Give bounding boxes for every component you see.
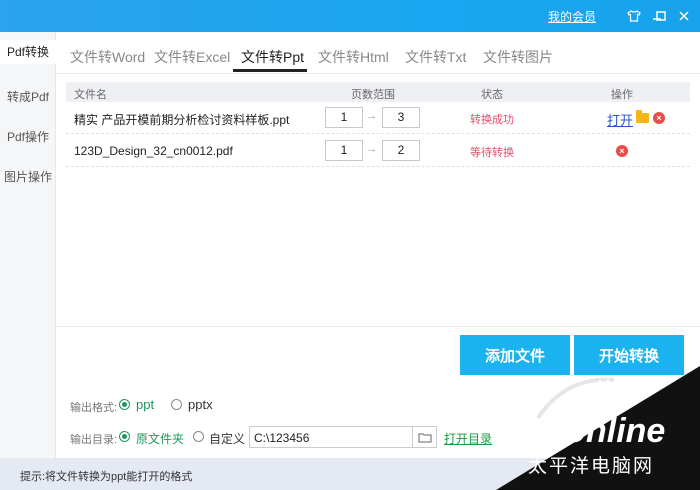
shirt-icon[interactable] bbox=[624, 6, 644, 26]
format-ppt-label[interactable]: ppt bbox=[136, 397, 154, 412]
header-actions: 操作 bbox=[611, 89, 633, 101]
page-to-input[interactable]: 3 bbox=[382, 107, 420, 128]
page-from-input[interactable]: 1 bbox=[325, 140, 363, 161]
sidebar: Pdf转换 转成Pdf Pdf操作 图片操作 bbox=[0, 32, 56, 458]
file-name: 精实 产品开模前期分析检讨资料样板.ppt bbox=[74, 113, 290, 127]
close-icon[interactable] bbox=[674, 6, 694, 26]
arrow-right-icon: → bbox=[366, 143, 377, 155]
open-directory-link[interactable]: 打开目录 bbox=[444, 430, 492, 447]
delete-icon[interactable]: × bbox=[653, 112, 665, 124]
sidebar-item-pdf-operations[interactable]: Pdf操作 bbox=[0, 128, 56, 145]
header-status: 状态 bbox=[481, 89, 503, 101]
pconline-watermark: PConline 太平洋电脑网 bbox=[496, 366, 700, 490]
file-table-header: 文件名 页数范围 状态 操作 bbox=[66, 82, 690, 102]
format-pptx-label[interactable]: pptx bbox=[188, 397, 213, 412]
tab-file-to-html[interactable]: 文件转Html bbox=[318, 47, 389, 67]
active-tab-indicator bbox=[233, 69, 307, 72]
sidebar-item-to-pdf[interactable]: 转成Pdf bbox=[0, 88, 56, 105]
my-membership-link[interactable]: 我的会员 bbox=[548, 8, 596, 25]
tab-file-to-word[interactable]: 文件转Word bbox=[70, 47, 145, 67]
folder-icon[interactable] bbox=[636, 110, 649, 123]
page-to-input[interactable]: 2 bbox=[382, 140, 420, 161]
watermark-tagline: 太平洋电脑网 bbox=[528, 455, 654, 477]
output-format-label: 输出格式: bbox=[70, 402, 118, 414]
tab-file-to-txt[interactable]: 文件转Txt bbox=[405, 47, 466, 67]
file-name: 123D_Design_32_cn0012.pdf bbox=[74, 144, 233, 158]
conversion-tabs: 文件转Word 文件转Excel 文件转Ppt 文件转Html 文件转Txt 文… bbox=[56, 32, 700, 74]
dir-original-label[interactable]: 原文件夹 bbox=[136, 430, 184, 447]
output-path-input[interactable]: C:\123456 bbox=[249, 426, 413, 448]
watermark-brand: PConline bbox=[518, 412, 665, 450]
status-hint: 提示:将文件转换为ppt能打开的格式 bbox=[20, 471, 193, 483]
status-badge: 转换成功 bbox=[470, 114, 514, 126]
tab-file-to-excel[interactable]: 文件转Excel bbox=[154, 47, 230, 67]
title-bar: 我的会员 bbox=[0, 0, 700, 32]
format-pptx-radio[interactable] bbox=[171, 399, 182, 410]
format-ppt-radio[interactable] bbox=[119, 399, 130, 410]
dir-custom-radio[interactable] bbox=[193, 431, 204, 442]
output-dir-label: 输出目录: bbox=[70, 434, 118, 446]
sidebar-item-image-operations[interactable]: 图片操作 bbox=[0, 168, 56, 185]
header-file-name: 文件名 bbox=[74, 89, 107, 101]
header-page-range: 页数范围 bbox=[351, 89, 395, 101]
table-row: 123D_Design_32_cn0012.pdf 1 → 2 等待转换 × bbox=[66, 135, 690, 167]
page-from-input[interactable]: 1 bbox=[325, 107, 363, 128]
maximize-icon[interactable] bbox=[651, 6, 671, 26]
tab-file-to-ppt[interactable]: 文件转Ppt bbox=[241, 47, 304, 67]
sidebar-item-pdf-convert[interactable]: Pdf转换 bbox=[0, 40, 56, 64]
browse-folder-button[interactable] bbox=[412, 426, 437, 448]
arrow-right-icon: → bbox=[366, 110, 377, 122]
table-row: 精实 产品开模前期分析检讨资料样板.ppt 1 → 3 转换成功 打开 × bbox=[66, 102, 690, 134]
tab-file-to-image[interactable]: 文件转图片 bbox=[483, 47, 553, 67]
dir-original-radio[interactable] bbox=[119, 431, 130, 442]
status-badge: 等待转换 bbox=[470, 147, 514, 159]
dir-custom-label[interactable]: 自定义 bbox=[209, 430, 245, 447]
delete-icon[interactable]: × bbox=[616, 145, 628, 157]
folder-open-icon bbox=[418, 433, 431, 442]
open-file-link[interactable]: 打开 bbox=[607, 110, 633, 129]
